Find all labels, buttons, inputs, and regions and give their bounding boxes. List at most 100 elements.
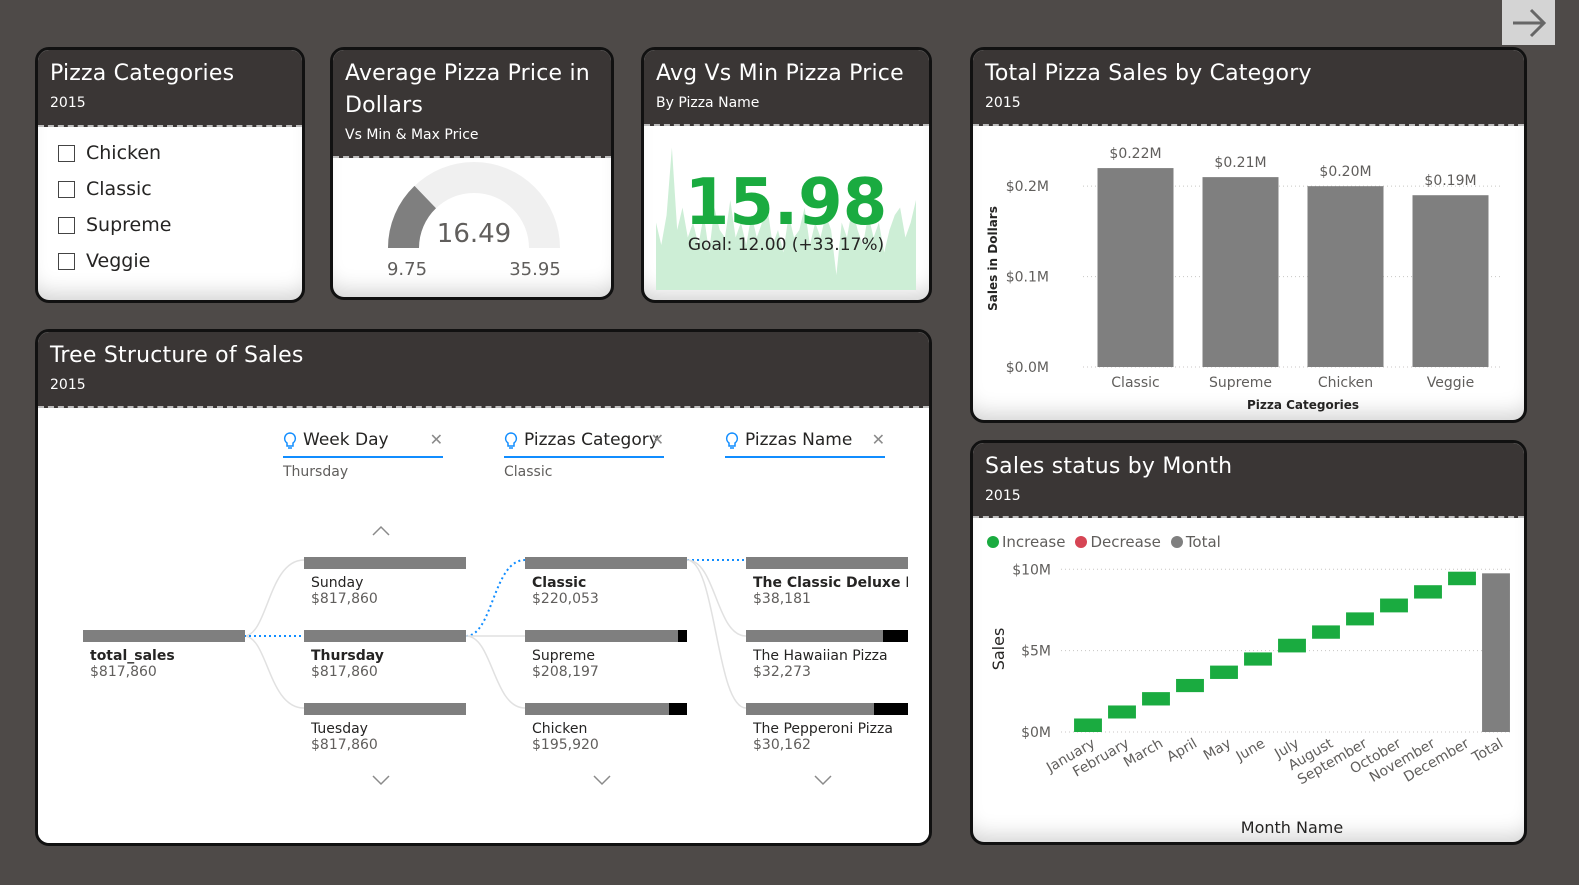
node-bar: [746, 630, 908, 642]
tree-node-supreme[interactable]: Supreme $208,197: [525, 630, 687, 680]
legend-label: Decrease: [1090, 533, 1161, 551]
node-value: $220,053: [532, 591, 599, 607]
chevron-down-icon[interactable]: [813, 774, 833, 786]
x-tick-label: Chicken: [1318, 375, 1373, 391]
bar[interactable]: [1412, 195, 1489, 367]
node-value: $817,860: [311, 664, 378, 680]
tree-node-tuesday[interactable]: Tuesday $817,860: [304, 703, 466, 753]
node-value: $208,197: [532, 664, 599, 680]
tree-node-chicken[interactable]: Chicken $195,920: [525, 703, 687, 753]
checkbox[interactable]: [58, 144, 75, 162]
node-name: Tuesday: [311, 721, 368, 737]
gauge-chart: 16.49 9.75 35.95: [387, 162, 561, 280]
close-icon[interactable]: ✕: [430, 430, 443, 449]
sales-status-by-month-card: Sales status by Month 2015 Increase Decr…: [970, 440, 1527, 845]
y-tick-label: $0.0M: [1006, 360, 1049, 376]
chevron-down-icon[interactable]: [371, 774, 391, 786]
gauge-max: 35.95: [509, 259, 561, 280]
bar[interactable]: [1307, 186, 1384, 367]
tree-level-pizzas-name[interactable]: Pizzas Name ✕: [725, 430, 885, 458]
tree-node-pepperoni[interactable]: The Pepperoni Pizza $30,162: [746, 703, 908, 753]
node-bar: [304, 630, 466, 642]
slicer-item-veggie[interactable]: Veggie: [58, 243, 302, 279]
legend-dot: [1075, 536, 1088, 548]
slicer-subtitle: 2015: [50, 95, 86, 111]
tree-node-root[interactable]: total_sales $817,860: [83, 630, 245, 680]
kpi-trend-chart: 15.98 Goal: 12.00 (+33.17%): [656, 147, 916, 290]
waterfall-subtitle: 2015: [985, 488, 1021, 504]
waterfall-bar[interactable]: [1244, 652, 1272, 666]
chevron-up-icon[interactable]: [371, 525, 391, 537]
legend-item-total[interactable]: Total: [1170, 533, 1221, 551]
lightbulb-icon: [725, 432, 739, 449]
y-tick-label: $5M: [1021, 644, 1051, 660]
node-bar: [525, 557, 687, 569]
waterfall-bar[interactable]: [1108, 705, 1136, 719]
next-page-button[interactable]: [1502, 0, 1555, 45]
y-tick-label: $10M: [1012, 562, 1051, 578]
x-tick-label: March: [1121, 736, 1166, 771]
waterfall-bar[interactable]: [1176, 678, 1204, 693]
slicer-list: Chicken Classic Supreme Veggie: [38, 127, 302, 279]
tree-node-sunday[interactable]: Sunday $817,860: [304, 557, 466, 607]
close-icon[interactable]: ✕: [651, 430, 664, 449]
waterfall-bar[interactable]: [1448, 571, 1476, 586]
node-value: $817,860: [90, 664, 157, 680]
waterfall-bar[interactable]: [1482, 573, 1510, 732]
y-axis-title: Sales: [989, 628, 1008, 671]
waterfall-bar[interactable]: [1074, 718, 1102, 732]
node-name: Classic: [532, 575, 587, 591]
y-tick-label: $0.2M: [1006, 179, 1049, 195]
node-value: $817,860: [311, 591, 378, 607]
slicer-item-chicken[interactable]: Chicken: [58, 135, 302, 171]
tree-node-classic-deluxe[interactable]: The Classic Deluxe Pi... $38,181: [746, 557, 908, 607]
checkbox[interactable]: [58, 252, 75, 270]
node-name: The Pepperoni Pizza: [753, 721, 893, 737]
chevron-down-icon[interactable]: [592, 774, 612, 786]
tree-level-pizzas-category[interactable]: Pizzas Category ✕ Classic: [504, 430, 664, 480]
node-value: $30,162: [753, 737, 811, 753]
waterfall-bar[interactable]: [1346, 612, 1374, 626]
node-bar: [525, 630, 687, 642]
tree-node-hawaiian[interactable]: The Hawaiian Pizza $32,273: [746, 630, 908, 680]
sales-by-category-card: Total Pizza Sales by Category 2015 $0.0M…: [970, 47, 1527, 423]
y-axis-title: Sales in Dollars: [986, 206, 1000, 311]
waterfall-bar[interactable]: [1210, 665, 1238, 679]
slicer-item-classic[interactable]: Classic: [58, 171, 302, 207]
waterfall-bar[interactable]: [1278, 638, 1306, 653]
x-axis-title: Month Name: [1241, 818, 1343, 837]
tree-level-selection: Thursday: [283, 464, 349, 480]
waterfall-legend: Increase Decrease Total: [987, 533, 1221, 551]
x-tick-label: Classic: [1111, 375, 1159, 391]
bar[interactable]: [1202, 177, 1279, 367]
slicer-item-supreme[interactable]: Supreme: [58, 207, 302, 243]
gauge-title: Average Pizza Price in Dollars: [345, 61, 590, 118]
slicer-item-label: Supreme: [86, 214, 172, 236]
data-label: $0.20M: [1319, 164, 1371, 180]
waterfall-bar[interactable]: [1142, 692, 1170, 706]
waterfall-bar[interactable]: [1414, 585, 1442, 599]
bar[interactable]: [1097, 168, 1174, 367]
legend-item-decrease[interactable]: Decrease: [1075, 533, 1161, 551]
tree-level-week-day[interactable]: Week Day ✕ Thursday: [283, 430, 443, 480]
x-tick-label: June: [1233, 736, 1268, 766]
node-bar: [525, 703, 687, 715]
kpi-goal: Goal: 12.00 (+33.17%): [688, 235, 884, 255]
checkbox[interactable]: [58, 216, 75, 234]
avg-vs-min-kpi-card: Avg Vs Min Pizza Price By Pizza Name 15.…: [641, 47, 932, 303]
node-bar: [746, 703, 908, 715]
waterfall-bar[interactable]: [1380, 598, 1408, 613]
tree-node-thursday[interactable]: Thursday $817,860: [304, 630, 466, 680]
close-icon[interactable]: ✕: [872, 430, 885, 449]
tree-node-classic[interactable]: Classic $220,053: [525, 557, 687, 607]
data-label: $0.22M: [1109, 146, 1161, 162]
checkbox[interactable]: [58, 180, 75, 198]
data-label: $0.21M: [1214, 155, 1266, 171]
arrow-right-icon: [1512, 8, 1546, 37]
legend-label: Total: [1185, 533, 1221, 551]
waterfall-bar[interactable]: [1312, 625, 1340, 639]
lightbulb-icon: [283, 432, 297, 449]
legend-item-increase[interactable]: Increase: [987, 533, 1065, 551]
node-name: The Hawaiian Pizza: [753, 648, 888, 664]
node-name: Sunday: [311, 575, 364, 591]
